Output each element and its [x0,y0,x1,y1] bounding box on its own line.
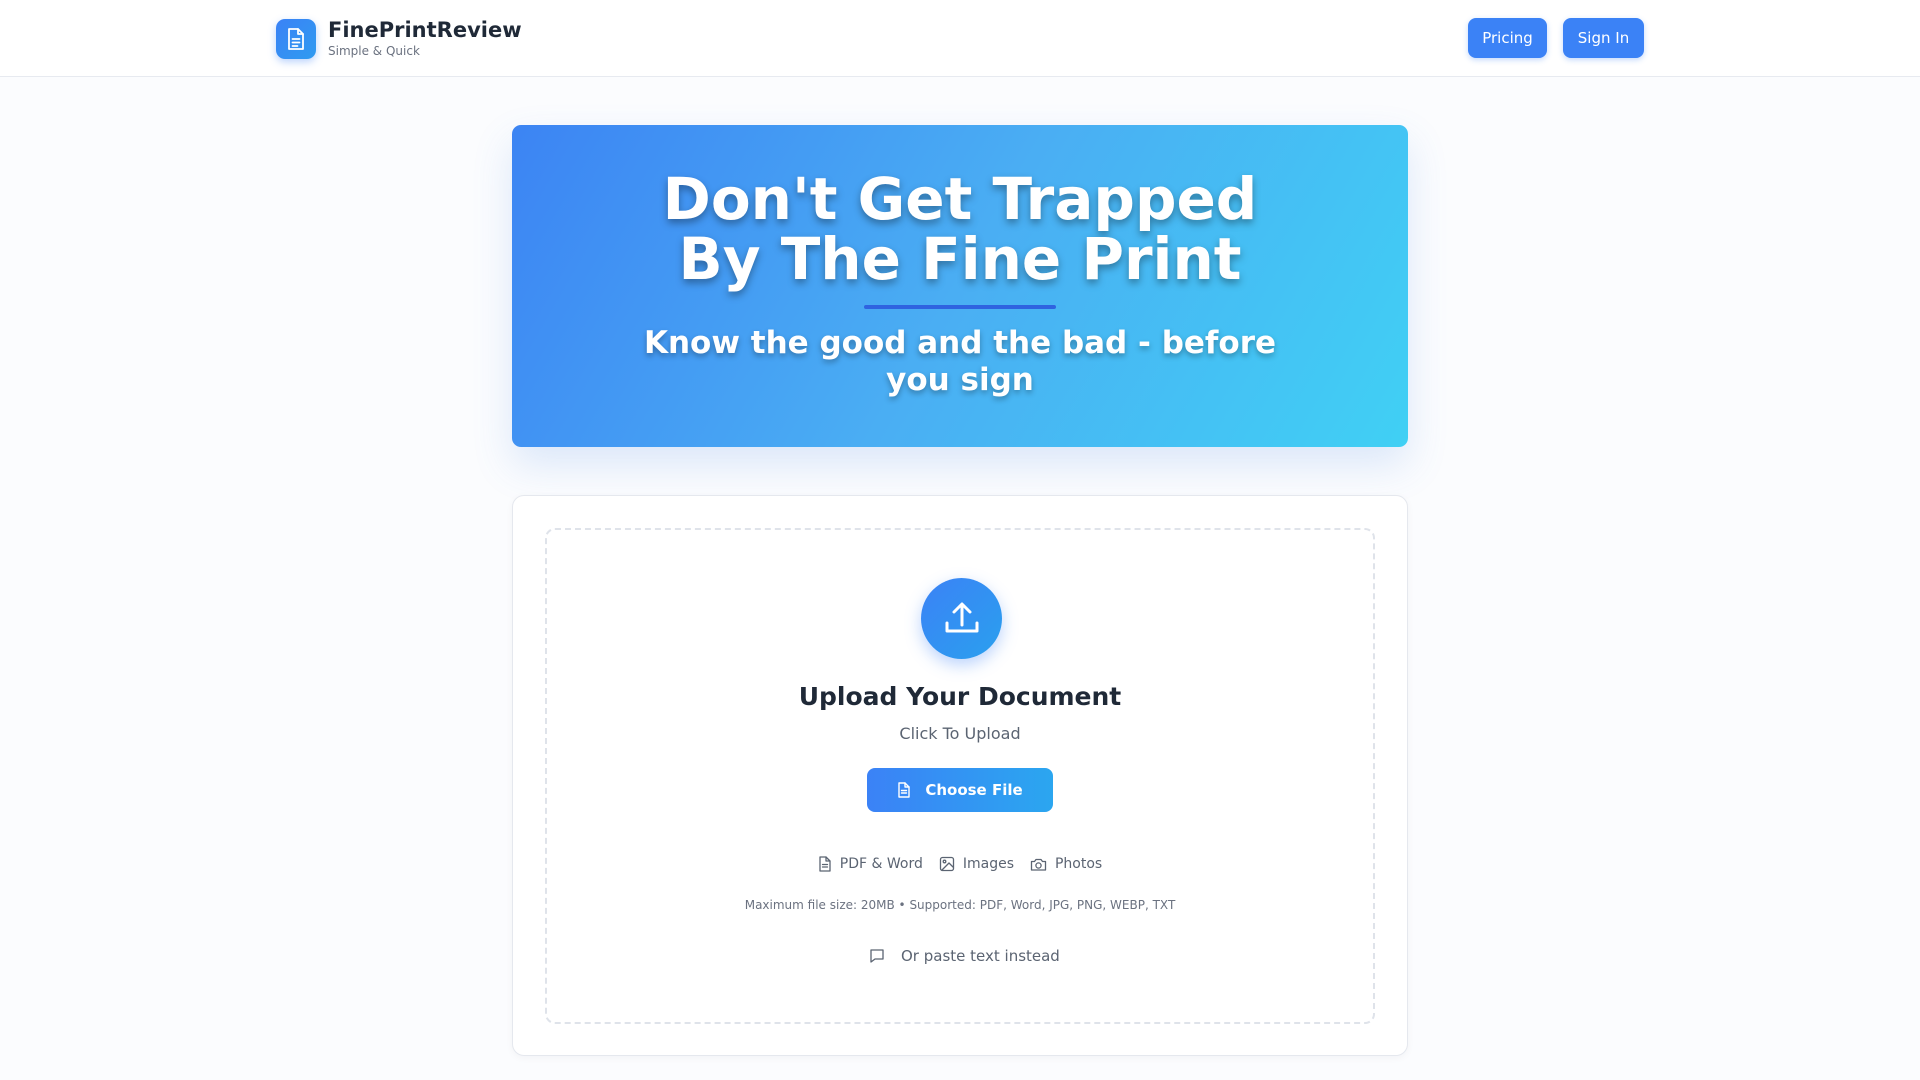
brand-name: FinePrintReview [328,18,522,42]
document-icon [897,782,911,798]
hero-subtitle-line-2: you sign [886,362,1034,398]
paste-text-link[interactable]: Or paste text instead [869,945,1060,967]
nav-actions: Pricing Sign In [1468,18,1644,58]
upload-card: Upload Your Document Click To Upload Cho… [512,495,1408,1056]
upload-subtitle: Click To Upload [899,724,1021,743]
camera-icon [1030,857,1047,872]
upload-title: Upload Your Document [798,682,1122,711]
paste-text-label: Or paste text instead [901,947,1060,965]
choose-file-label: Choose File [925,781,1023,799]
top-navbar: FinePrintReview Simple & Quick Pricing S… [0,0,1920,77]
hero-title-line-1: Don't Get Trapped [662,165,1258,233]
choose-file-button[interactable]: Choose File [867,768,1053,812]
document-icon [818,856,832,872]
file-limits-note: Maximum file size: 20MB • Supported: PDF… [744,898,1176,912]
hero-underline [864,305,1056,309]
sign-in-button[interactable]: Sign In [1563,18,1644,58]
document-logo-icon [276,18,316,59]
format-label: Images [962,856,1014,872]
pricing-button[interactable]: Pricing [1468,18,1547,58]
format-label: PDF & Word [839,856,923,872]
format-label: Photos [1054,856,1103,872]
format-images: Images [939,856,1014,872]
supported-formats: PDF & Word Images Photos [547,856,1373,872]
upload-dropzone[interactable]: Upload Your Document Click To Upload Cho… [545,528,1375,1024]
hero-title-line-2: By The Fine Print [678,225,1242,293]
brand-tagline: Simple & Quick [328,44,420,58]
image-icon [939,856,955,872]
format-photos: Photos [1030,856,1102,872]
hero-subtitle: Know the good and the bad - before you s… [512,325,1408,399]
hero-subtitle-line-1: Know the good and the bad - before [643,325,1277,361]
brand[interactable]: FinePrintReview Simple & Quick [276,18,522,59]
hero-title: Don't Get Trapped By The Fine Print [512,169,1408,289]
upload-icon[interactable] [921,578,1002,659]
format-pdf-word: PDF & Word [818,856,923,872]
message-icon [869,948,885,964]
hero-banner: Don't Get Trapped By The Fine Print Know… [512,125,1408,447]
